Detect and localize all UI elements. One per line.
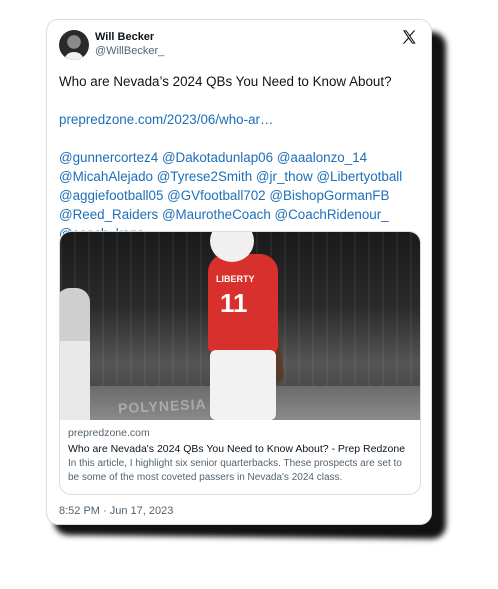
mention-link[interactable]: @GVfootball702 (167, 188, 265, 203)
jersey-text: LIBERTY (216, 274, 255, 284)
link-description: In this article, I highlight six senior … (68, 458, 402, 483)
mention-link[interactable]: @gunnercortez4 (59, 150, 158, 165)
mentions-block: @gunnercortez4 @Dakotadunlap06 @aaalonzo… (59, 148, 421, 243)
mention-link[interactable]: @aggiefootball05 (59, 188, 163, 203)
author-name[interactable]: Will Becker (95, 31, 154, 43)
tweet-headline: Who are Nevada’s 2024 QBs You Need to Kn… (59, 74, 392, 89)
link-preview-card[interactable]: POLYNESIA LIBERTY 11 prepredzone.com Who… (59, 231, 421, 495)
mention-link[interactable]: @BishopGormanFB (269, 188, 389, 203)
link-domain: prepredzone.com (68, 427, 150, 439)
mention-link[interactable]: @aaalonzo_14 (277, 150, 367, 165)
tweet-body: Who are Nevada’s 2024 QBs You Need to Kn… (59, 72, 421, 243)
tweet-link[interactable]: prepredzone.com/2023/06/who-ar… (59, 110, 421, 129)
author-handle[interactable]: @WillBecker_ (95, 45, 164, 57)
mention-link[interactable]: @jr_thow (256, 169, 313, 184)
background-player (60, 288, 90, 420)
avatar[interactable] (59, 30, 89, 60)
mention-link[interactable]: @Tyrese2Smith (157, 169, 252, 184)
mention-link[interactable]: @Reed_Raiders (59, 207, 158, 222)
mention-link[interactable]: @Dakotadunlap06 (162, 150, 273, 165)
tweet-timestamp[interactable]: 8:52 PM · Jun 17, 2023 (59, 505, 173, 517)
mention-link[interactable]: @MicahAlejado (59, 169, 153, 184)
link-title[interactable]: Who are Nevada's 2024 QBs You Need to Kn… (68, 441, 412, 457)
player-pants (210, 350, 276, 420)
jersey-number: 11 (220, 288, 248, 318)
mention-link[interactable]: @Libertyotball (316, 169, 402, 184)
mention-link[interactable]: @MaurotheCoach (162, 207, 271, 222)
mention-link[interactable]: @CoachRidenour_ (275, 207, 389, 222)
link-meta[interactable]: prepredzone.com Who are Nevada's 2024 QB… (60, 420, 420, 485)
tweet-card[interactable]: Will Becker @WillBecker_ Who are Nevada’… (46, 19, 432, 525)
preview-image[interactable]: POLYNESIA LIBERTY 11 (60, 232, 420, 420)
x-logo-icon[interactable] (401, 29, 417, 45)
